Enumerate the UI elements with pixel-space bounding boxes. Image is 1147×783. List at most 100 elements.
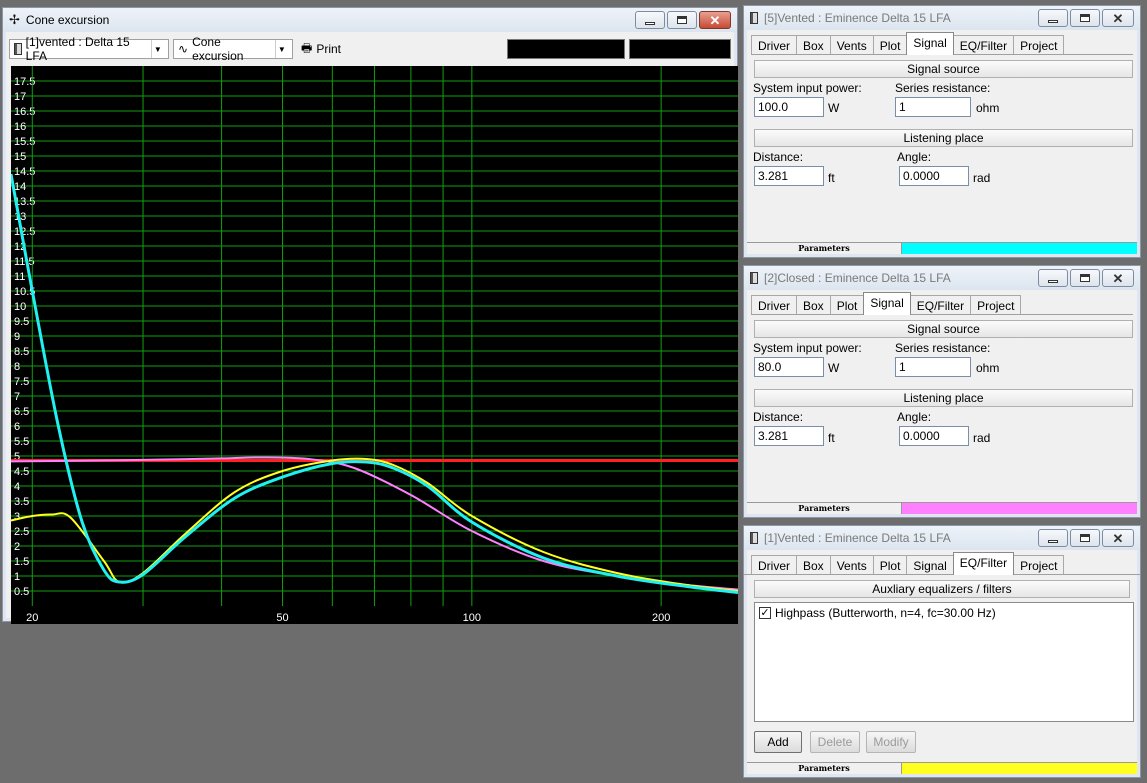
view-select[interactable]: ∿ Cone excursion ▼ (173, 35, 293, 63)
close-button[interactable]: ✕ (1102, 9, 1134, 27)
tab-vents[interactable]: Vents (829, 555, 874, 575)
angle-unit: rad (973, 171, 991, 185)
tab-signal[interactable]: Signal (906, 555, 954, 575)
distance-field[interactable] (754, 426, 824, 446)
project-select[interactable]: [1]vented : Delta 15 LFA ▼ (9, 35, 169, 63)
minimize-icon (1048, 539, 1058, 543)
maximize-icon (1080, 14, 1090, 22)
parameters-bar[interactable]: Parameters (747, 762, 1137, 774)
delete-button[interactable]: Delete (810, 731, 860, 753)
tab-box[interactable]: Box (796, 295, 831, 315)
angle-field[interactable] (899, 166, 969, 186)
series-resistance-field[interactable] (895, 97, 971, 117)
filter-item-label: Highpass (Butterworth, n=4, fc=30.00 Hz) (775, 606, 996, 620)
panel-1-vented: [1]Vented : Eminence Delta 15 LFA ✕ Driv… (743, 525, 1141, 778)
panel5-tabs: Driver Box Vents Plot Signal EQ/Filter P… (751, 32, 1065, 55)
close-button[interactable]: ✕ (1102, 269, 1134, 287)
input-power-field[interactable] (754, 357, 824, 377)
input-power-label: System input power: (753, 341, 862, 355)
tab-plot[interactable]: Plot (829, 295, 865, 315)
angle-field[interactable] (899, 426, 969, 446)
panel1-body: Auxliary equalizers / filters ✓ Highpass… (744, 574, 1140, 753)
tab-project[interactable]: Project (1013, 35, 1065, 55)
tab-eq-filter[interactable]: EQ/Filter (952, 552, 1015, 575)
document-icon (750, 12, 758, 24)
panel2-tabs: Driver Box Plot Signal EQ/Filter Project (751, 292, 1022, 315)
y-tick-label: 1.5 (14, 556, 29, 568)
print-button[interactable]: 🖶 Print (297, 39, 345, 59)
series-resistance-label: Series resistance: (895, 341, 991, 355)
document-icon (14, 43, 22, 55)
tab-box[interactable]: Box (796, 35, 831, 55)
aux-filters-header: Auxliary equalizers / filters (754, 580, 1130, 598)
close-icon: ✕ (1112, 10, 1124, 26)
tab-vents[interactable]: Vents (829, 35, 874, 55)
cone-excursion-chart[interactable]: 0.511.522.533.544.555.566.577.588.599.51… (11, 66, 738, 624)
tab-plot[interactable]: Plot (872, 555, 908, 575)
panel5-titlebar[interactable]: [5]Vented : Eminence Delta 15 LFA ✕ (744, 6, 1140, 30)
panel2-titlebar[interactable]: [2]Closed : Eminence Delta 15 LFA ✕ (744, 266, 1140, 290)
series-resistance-unit: ohm (976, 361, 1000, 375)
close-button[interactable]: ✕ (699, 11, 731, 29)
x-tick-label: 200 (652, 612, 670, 624)
y-tick-label: 7 (14, 391, 20, 403)
parameters-bar[interactable]: Parameters (747, 242, 1137, 254)
close-icon: ✕ (709, 12, 721, 28)
input-power-field[interactable] (754, 97, 824, 117)
y-tick-label: 2.5 (14, 526, 29, 538)
cone-window-title: Cone excursion (25, 13, 110, 27)
distance-field[interactable] (754, 166, 824, 186)
maximize-button[interactable] (1070, 529, 1100, 547)
minimize-button[interactable] (1038, 529, 1068, 547)
listening-place-header: Listening place (754, 129, 1133, 147)
printer-icon: 🖶 (301, 40, 313, 55)
maximize-button[interactable] (1070, 9, 1100, 27)
minimize-button[interactable] (1038, 269, 1068, 287)
panel2-body: Signal source System input power: W Seri… (751, 314, 1133, 491)
cone-window-titlebar[interactable]: ✢ Cone excursion ✕ (3, 8, 737, 32)
view-select-value: Cone excursion (192, 35, 244, 63)
checkbox-checked[interactable]: ✓ (759, 607, 771, 619)
tab-driver[interactable]: Driver (751, 35, 797, 55)
maximize-button[interactable] (667, 11, 697, 29)
minimize-button[interactable] (635, 11, 665, 29)
list-item[interactable]: ✓ Highpass (Butterworth, n=4, fc=30.00 H… (755, 603, 1133, 623)
series-color-swatch (902, 763, 1137, 774)
y-tick-label: 14 (14, 181, 26, 193)
series-resistance-field[interactable] (895, 357, 971, 377)
tab-eq-filter[interactable]: EQ/Filter (952, 35, 1015, 55)
signal-source-header: Signal source (754, 60, 1133, 78)
maximize-icon (677, 16, 687, 24)
y-tick-label: 2 (14, 541, 20, 553)
add-button[interactable]: Add (754, 731, 802, 753)
tab-driver[interactable]: Driver (751, 555, 797, 575)
minimize-button[interactable] (1038, 9, 1068, 27)
close-button[interactable]: ✕ (1102, 529, 1134, 547)
tab-signal[interactable]: Signal (863, 292, 911, 315)
tab-driver[interactable]: Driver (751, 295, 797, 315)
panel1-titlebar[interactable]: [1]Vented : Eminence Delta 15 LFA ✕ (744, 526, 1140, 550)
tab-eq-filter[interactable]: EQ/Filter (909, 295, 972, 315)
close-icon: ✕ (1112, 270, 1124, 286)
tab-plot[interactable]: Plot (872, 35, 908, 55)
tab-project[interactable]: Project (1013, 555, 1065, 575)
y-tick-label: 7.5 (14, 376, 29, 388)
chevron-down-icon[interactable]: ▼ (274, 40, 288, 58)
tab-box[interactable]: Box (796, 555, 831, 575)
panel1-title: [1]Vented : Eminence Delta 15 LFA (764, 531, 951, 545)
tab-signal[interactable]: Signal (906, 32, 954, 55)
y-tick-label: 9 (14, 331, 20, 343)
input-power-label: System input power: (753, 81, 862, 95)
distance-unit: ft (828, 171, 835, 185)
y-tick-label: 10 (14, 301, 26, 313)
maximize-button[interactable] (1070, 269, 1100, 287)
x-tick-label: 100 (463, 612, 481, 624)
filter-list[interactable]: ✓ Highpass (Butterworth, n=4, fc=30.00 H… (754, 602, 1134, 722)
parameters-bar[interactable]: Parameters (747, 502, 1137, 514)
tab-project[interactable]: Project (970, 295, 1022, 315)
print-label: Print (316, 42, 342, 56)
modify-button[interactable]: Modify (866, 731, 916, 753)
y-tick-label: 8.5 (14, 346, 29, 358)
cone-toolbar: [1]vented : Delta 15 LFA ▼ ∿ Cone excurs… (9, 35, 731, 63)
chevron-down-icon[interactable]: ▼ (150, 40, 164, 58)
